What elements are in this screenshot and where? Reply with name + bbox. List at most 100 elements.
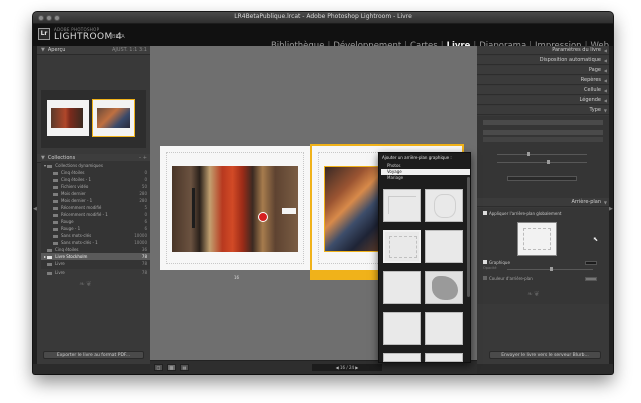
collection-count: 36 <box>141 247 147 252</box>
background-panel-body: Appliquer l'arrière-plan globalement ⬉ G… <box>477 208 609 304</box>
popup-option-wedding[interactable]: Mariage <box>381 175 470 181</box>
bg-opacity-slider-knob[interactable] <box>550 267 553 271</box>
graphic-tile[interactable] <box>383 353 421 362</box>
list-item[interactable]: Récemment modifié - 1 0 <box>41 211 151 218</box>
panel-page[interactable]: Page ◀ <box>477 66 609 75</box>
list-item[interactable]: Livre 78 <box>41 260 151 267</box>
panel-book-settings[interactable]: Paramètres du livre ◀ <box>477 46 609 55</box>
list-item-selected[interactable]: ▸ Livre Stockholm 78 <box>41 253 151 260</box>
graphic-tile[interactable] <box>425 353 463 362</box>
building-facade-photo[interactable] <box>324 166 379 252</box>
map-graphic-icon <box>389 236 417 258</box>
right-panel-edge[interactable]: ▶ <box>609 46 613 364</box>
preview-left-page <box>47 100 89 136</box>
collections-list: ▾ Collections dynamiques Cinq étoiles 0 C… <box>41 161 151 269</box>
text-style-preset[interactable] <box>483 120 603 125</box>
disclosure-left-icon: ◀ <box>603 98 607 103</box>
navigator-zoom-controls[interactable]: AJUST. 1:1 3:1 <box>112 46 147 55</box>
graphic-tile[interactable] <box>383 312 421 345</box>
alignment-buttons[interactable] <box>507 176 577 181</box>
book-collection-icon <box>47 255 53 259</box>
navigator-preview[interactable] <box>41 90 146 148</box>
list-item[interactable]: Récemment modifié 5 <box>41 204 151 211</box>
panel-type[interactable]: Type ▼ <box>477 106 609 115</box>
apply-global-row[interactable]: Appliquer l'arrière-plan globalement <box>483 211 603 216</box>
list-item[interactable]: Sans mots-clés 10000 <box>41 232 151 239</box>
collection-label: Mois dernier - 1 <box>61 198 93 203</box>
list-item[interactable]: Livre 78 <box>41 269 151 276</box>
list-item[interactable]: Cinq étoiles 36 <box>41 246 151 253</box>
no-entry-sign-icon <box>258 212 268 222</box>
list-item[interactable]: Sans mots-clés - 1 10000 <box>41 239 151 246</box>
graphic-tile[interactable] <box>383 189 421 222</box>
stockholm-street-photo[interactable] <box>172 166 298 252</box>
type-panel-body <box>477 116 609 198</box>
checkbox-checked-icon[interactable] <box>483 260 487 264</box>
graphic-tile[interactable] <box>383 271 421 304</box>
collection-count: 50 <box>141 184 147 189</box>
size-slider-knob[interactable] <box>527 152 530 156</box>
background-color-label: Couleur d'arrière-plan <box>489 276 533 281</box>
background-graphic-preview[interactable] <box>517 222 557 256</box>
collection-label: Rouge <box>61 219 74 224</box>
book-page-left[interactable] <box>160 146 310 270</box>
disclosure-left-icon: ◀ <box>603 58 607 63</box>
background-color-swatch[interactable] <box>585 277 597 281</box>
window-title: LR4BetaPublique.lrcat - Adobe Photoshop … <box>234 13 412 20</box>
lightroom-window: LR4BetaPublique.lrcat - Adobe Photoshop … <box>33 12 613 374</box>
list-item[interactable]: Mois dernier 280 <box>41 190 151 197</box>
list-item[interactable]: Fichiers vidéo 50 <box>41 183 151 190</box>
collection-set[interactable]: ▾ Collections dynamiques <box>41 162 151 169</box>
panel-background[interactable]: Arrière-plan ▼ <box>477 198 609 207</box>
list-item[interactable]: Cinq étoiles 0 <box>41 169 151 176</box>
checkbox-checked-icon[interactable] <box>483 211 487 215</box>
graphic-pattern <box>523 228 551 250</box>
panel-end-ornament-icon: ❧❦ <box>527 290 541 298</box>
panel-cell[interactable]: Cellule ◀ <box>477 86 609 95</box>
spread-view-button[interactable]: ▥ <box>167 364 176 371</box>
left-panel: ▼ Aperçu AJUST. 1:1 3:1 ▼ Collections – + … <box>37 46 151 364</box>
graphic-tile-selected[interactable] <box>383 230 421 263</box>
smart-collection-icon <box>53 213 58 217</box>
collection-count: 0 <box>144 170 147 175</box>
graphic-color-swatch[interactable] <box>585 261 597 265</box>
font-family-select[interactable] <box>483 130 603 135</box>
collection-count: 0 <box>144 177 147 182</box>
graphic-tile[interactable] <box>425 189 463 222</box>
panel-auto-layout[interactable]: Disposition automatique ◀ <box>477 56 609 65</box>
collapse-right-icon[interactable]: ▶ <box>609 206 613 212</box>
page-navigator[interactable]: ◀ 16 / 24 ▶ <box>312 364 382 371</box>
smart-collection-icon <box>53 234 58 238</box>
list-item[interactable]: Cinq étoiles - 1 0 <box>41 176 151 183</box>
popup-scrollbar[interactable] <box>467 177 470 297</box>
graphic-tile[interactable] <box>425 271 463 304</box>
panel-guides[interactable]: Repères ◀ <box>477 76 609 85</box>
list-item[interactable]: Rouge - 1 6 <box>41 225 151 232</box>
cursor-pointer-icon: ⬉ <box>593 236 599 243</box>
navigator-header[interactable]: ▼ Aperçu AJUST. 1:1 3:1 <box>37 46 150 55</box>
graphic-tile[interactable] <box>425 230 463 263</box>
panel-caption[interactable]: Légende ◀ <box>477 96 609 105</box>
collection-count: 78 <box>141 254 147 259</box>
opacity-slider-knob[interactable] <box>547 160 550 164</box>
list-item[interactable]: Mois dernier - 1 280 <box>41 197 151 204</box>
section-label: Repères <box>580 77 601 83</box>
collection-count: 5 <box>144 205 147 210</box>
lamp-post-icon <box>192 188 195 228</box>
graphic-tile[interactable] <box>425 312 463 345</box>
single-page-view-button[interactable]: ▤ <box>180 364 189 371</box>
disclosure-down-icon: ▼ <box>603 108 607 113</box>
list-item[interactable]: Rouge 6 <box>41 218 151 225</box>
font-style-select[interactable] <box>483 137 603 142</box>
checkbox-unchecked-icon[interactable] <box>483 276 487 280</box>
lightroom-logo-icon: Lr <box>38 28 50 40</box>
send-to-blurb-button[interactable]: Envoyer le livre vers le serveur Blurb..… <box>489 351 601 359</box>
identity-plate: Lr ADOBE PHOTOSHOP LIGHTROOM 4 BETA Bibl… <box>33 24 613 51</box>
section-label: Arrière-plan <box>571 199 601 205</box>
collection-icon <box>47 248 52 252</box>
multi-page-view-button[interactable]: □ <box>154 364 163 371</box>
smart-collection-icon <box>53 178 58 182</box>
size-slider[interactable] <box>497 154 587 155</box>
export-pdf-button[interactable]: Exporter le livre au format PDF... <box>43 351 144 359</box>
opacity-slider[interactable] <box>497 162 587 163</box>
